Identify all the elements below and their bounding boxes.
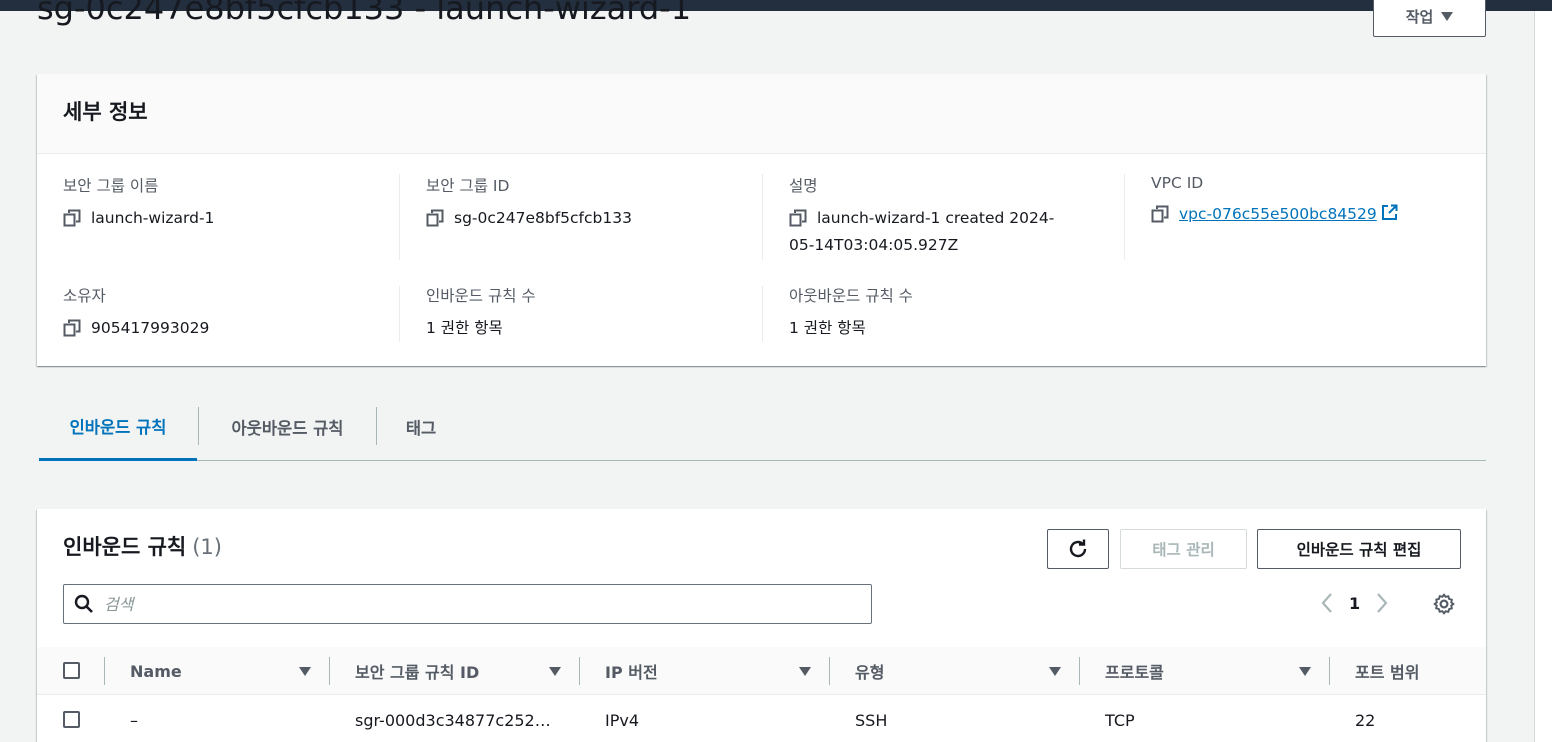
actions-label: 작업 [1405, 8, 1434, 26]
divider [762, 174, 763, 260]
rules-count: (1) [192, 535, 222, 559]
column-header-ip-version[interactable]: IP 버전 [605, 647, 658, 695]
field-label: 소유자 [63, 287, 106, 305]
column-header-name[interactable]: Name [130, 647, 182, 695]
field-label: 설명 [789, 177, 818, 195]
divider [762, 286, 763, 342]
cell-ip-version: IPv4 [605, 710, 640, 730]
divider [399, 286, 400, 342]
details-header: 세부 정보 [37, 74, 1486, 154]
copy-icon[interactable] [63, 209, 81, 227]
field-outbound-count: 아웃바운드 규칙 수 1 권한 항목 [789, 284, 913, 342]
tab-tags[interactable]: 태그 [377, 393, 465, 461]
side-panel-edge [1534, 11, 1552, 742]
field-value: sg-0c247e8bf5cfcb133 [454, 209, 632, 227]
field-label: 보안 그룹 이름 [63, 177, 159, 195]
column-divider [579, 657, 580, 685]
field-label: 인바운드 규칙 수 [426, 287, 536, 305]
page-number[interactable]: 1 [1349, 594, 1360, 613]
inbound-rules-panel: 인바운드 규칙(1) 태그 관리 인바운드 규칙 편집 1 Name 보안 그룹… [37, 509, 1486, 742]
tab-outbound-rules[interactable]: 아웃바운드 규칙 [199, 393, 376, 461]
row-checkbox[interactable] [63, 711, 80, 728]
field-sg-id: 보안 그룹 ID sg-0c247e8bf5cfcb133 [426, 174, 632, 232]
divider [1124, 174, 1125, 260]
page-title: sg-0c247e8bf5cfcb133 - launch-wizard-1 [37, 0, 692, 27]
field-value: launch-wizard-1 [91, 209, 215, 227]
column-divider [1079, 657, 1080, 685]
edit-inbound-rules-button[interactable]: 인바운드 규칙 편집 [1257, 529, 1461, 569]
column-header-protocol[interactable]: 프로토콜 [1105, 647, 1164, 695]
details-panel: 세부 정보 보안 그룹 이름 launch-wizard-1 보안 그룹 ID … [37, 74, 1486, 366]
pagination: 1 [1319, 591, 1390, 615]
column-header-rule-id[interactable]: 보안 그룹 규칙 ID [355, 647, 479, 695]
settings-gear-icon[interactable] [1433, 593, 1455, 615]
search-icon [74, 594, 93, 613]
rules-title-text: 인바운드 규칙 [63, 535, 187, 559]
field-owner: 소유자 905417993029 [63, 284, 209, 342]
field-value: 1 권한 항목 [426, 319, 503, 337]
divider [399, 174, 400, 260]
select-all-checkbox[interactable] [63, 662, 80, 679]
copy-icon[interactable] [63, 319, 81, 337]
column-divider [829, 657, 830, 685]
copy-icon[interactable] [789, 209, 807, 227]
field-label: 아웃바운드 규칙 수 [789, 287, 913, 305]
field-sg-name: 보안 그룹 이름 launch-wizard-1 [63, 174, 214, 232]
field-value: 905417993029 [91, 319, 210, 337]
cell-port-range: 22 [1355, 710, 1376, 730]
caret-down-icon [1441, 12, 1454, 21]
sort-caret-icon[interactable] [1299, 667, 1311, 676]
cell-protocol: TCP [1105, 710, 1135, 730]
sort-caret-icon[interactable] [549, 667, 561, 676]
chevron-left-icon[interactable] [1319, 591, 1335, 615]
field-label: 보안 그룹 ID [426, 177, 510, 195]
tab-bar: 인바운드 규칙 아웃바운드 규칙 태그 [39, 393, 1486, 461]
table-header: Name 보안 그룹 규칙 ID IP 버전 유형 프로토콜 포트 범위 [37, 647, 1486, 695]
cell-rule-id[interactable]: sgr-000d3c34877c252… [355, 695, 551, 742]
column-divider [104, 657, 105, 685]
cell-name: – [130, 710, 138, 730]
refresh-icon [1069, 539, 1087, 558]
column-divider [1329, 657, 1330, 685]
field-vpc-id: VPC ID vpc-076c55e500bc84529 [1151, 174, 1398, 228]
column-header-port-range[interactable]: 포트 범위 [1355, 647, 1419, 695]
field-value: launch-wizard-1 created 2024- [817, 209, 1055, 227]
chevron-right-icon[interactable] [1374, 591, 1390, 615]
copy-icon[interactable] [426, 209, 444, 227]
column-header-type[interactable]: 유형 [855, 647, 884, 695]
rules-title: 인바운드 규칙 (1) [63, 531, 222, 561]
search-input[interactable] [104, 594, 804, 614]
field-value-continued: 05-14T03:04:05.927Z [789, 236, 959, 254]
vpc-id-link[interactable]: vpc-076c55e500bc84529 [1179, 205, 1377, 223]
field-inbound-count: 인바운드 규칙 수 1 권한 항목 [426, 284, 536, 342]
field-value: 1 권한 항목 [789, 319, 866, 337]
sort-caret-icon[interactable] [1049, 667, 1061, 676]
actions-dropdown-button[interactable]: 작업 [1373, 0, 1486, 37]
search-field[interactable] [63, 584, 872, 624]
refresh-button[interactable] [1047, 529, 1109, 569]
column-divider [329, 657, 330, 685]
sort-caret-icon[interactable] [299, 667, 311, 676]
cell-type: SSH [855, 710, 888, 730]
tab-inbound-rules[interactable]: 인바운드 규칙 [39, 393, 197, 461]
sort-caret-icon[interactable] [799, 667, 811, 676]
field-label: VPC ID [1151, 174, 1204, 192]
manage-tags-button[interactable]: 태그 관리 [1120, 529, 1247, 569]
table-row[interactable]: – sgr-000d3c34877c252… IPv4 SSH TCP 22 [37, 695, 1486, 742]
field-description: 설명 launch-wizard-1 created 2024- 05-14T0… [789, 174, 1054, 259]
external-link-icon [1381, 204, 1398, 220]
copy-icon[interactable] [1151, 205, 1169, 223]
